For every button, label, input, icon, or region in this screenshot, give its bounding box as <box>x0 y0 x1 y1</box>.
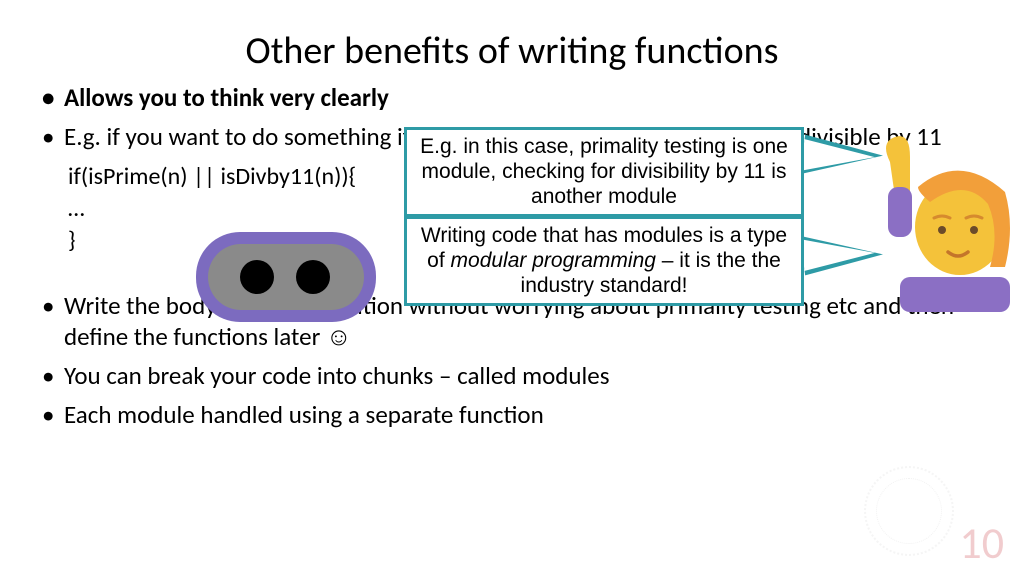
callout-1: E.g. in this case, primality testing is … <box>404 127 804 217</box>
bullet-1: Allows you to think very clearly <box>42 82 982 113</box>
page-number: 10 <box>959 516 1004 570</box>
bullet-4: You can break your code into chunks – ca… <box>42 360 982 391</box>
callout-2: Writing code that has modules is a type … <box>404 216 804 306</box>
person-raising-hand-icon <box>870 132 1020 312</box>
slide-title: Other benefits of writing functions <box>0 0 1024 82</box>
watermark-seal-icon <box>864 466 954 556</box>
callout-2-part-b: modular programming <box>451 249 656 272</box>
bullet-5: Each module handled using a separate fun… <box>42 399 982 430</box>
rounded-shape-icon <box>196 232 376 322</box>
